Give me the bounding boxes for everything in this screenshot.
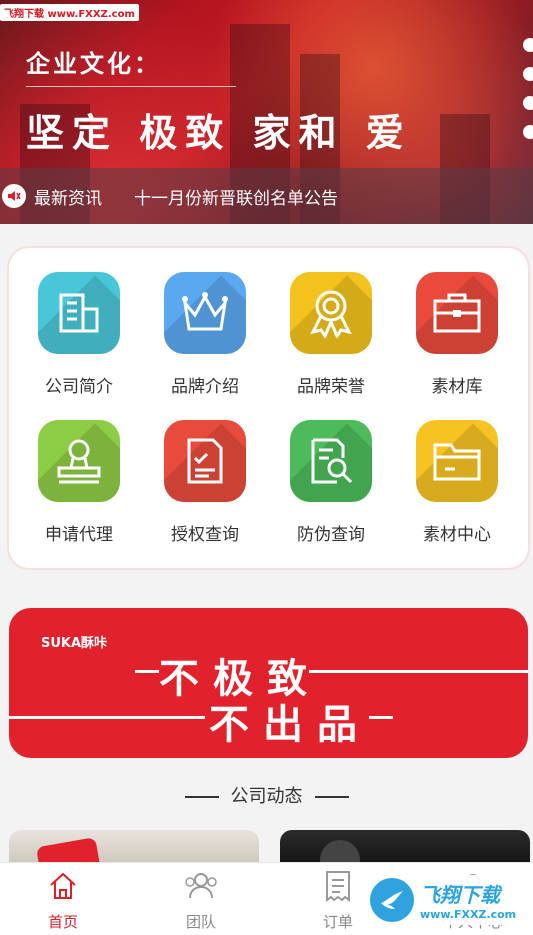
order-icon xyxy=(321,869,355,903)
carousel-dot[interactable] xyxy=(523,67,533,81)
feature-grid: 公司简介 品牌介绍 品牌荣誉 素材库 申请代理 授权查询 防伪查询 素材中心 xyxy=(9,248,528,568)
news-label: 最新资讯 xyxy=(34,188,102,209)
news-ticker[interactable]: 最新资讯 十一月份新晋联创名单公告 xyxy=(0,168,533,224)
award-ribbon-icon xyxy=(290,272,372,354)
grid-label: 防伪查询 xyxy=(297,525,365,545)
banner-slogan: 坚定 极致 家和 爱 xyxy=(26,110,412,155)
grid-item-company-intro[interactable]: 公司简介 xyxy=(19,272,139,412)
grid-item-brand-honor[interactable]: 品牌荣誉 xyxy=(271,272,391,412)
banner-divider xyxy=(26,86,236,87)
tab-home[interactable]: 首页 xyxy=(8,863,118,935)
watermark-name: 飞翔下载 xyxy=(420,883,500,907)
promo-dash xyxy=(369,716,393,719)
grid-label: 申请代理 xyxy=(45,525,113,545)
banner-title: 企业文化： xyxy=(26,49,161,78)
section-dash xyxy=(184,796,219,798)
watermark-bottom: 飞翔下载 www.FXXZ.com xyxy=(368,875,526,925)
promo-dash xyxy=(309,670,528,673)
carousel-dots[interactable] xyxy=(523,38,533,139)
team-icon xyxy=(184,869,218,903)
carousel-dot[interactable] xyxy=(523,125,533,139)
grid-label: 品牌介绍 xyxy=(171,377,239,397)
document-search-icon xyxy=(290,420,372,502)
building-icon xyxy=(38,272,120,354)
promo-dash xyxy=(9,716,205,719)
tab-team[interactable]: 团队 xyxy=(146,863,256,935)
news-headline[interactable]: 十一月份新晋联创名单公告 xyxy=(134,184,338,209)
grid-label: 品牌荣誉 xyxy=(297,377,365,397)
promo-line-2: 不出品 xyxy=(209,702,371,748)
briefcase-icon xyxy=(416,272,498,354)
grid-item-anti-fake-query[interactable]: 防伪查询 xyxy=(271,420,391,560)
speaker-icon xyxy=(2,184,26,208)
grid-item-material-center[interactable]: 素材中心 xyxy=(397,420,517,560)
tab-label: 团队 xyxy=(185,913,216,931)
culture-banner[interactable]: 飞翔下载 www.FXXZ.com 企业文化： 坚定 极致 家和 爱 最新资讯 … xyxy=(0,0,533,224)
carousel-dot[interactable] xyxy=(523,96,533,110)
grid-label: 素材库 xyxy=(431,377,483,397)
promo-dash xyxy=(135,670,159,673)
section-dash xyxy=(314,796,349,798)
carousel-dot[interactable] xyxy=(523,38,533,52)
crown-icon xyxy=(164,272,246,354)
home-icon xyxy=(46,869,80,903)
promo-banner[interactable]: SUKA酥咔 不极致 不出品 xyxy=(9,608,528,758)
grid-item-material-library[interactable]: 素材库 xyxy=(397,272,517,412)
section-header: 公司动态 xyxy=(0,782,533,808)
tab-label: 首页 xyxy=(47,913,78,931)
tab-label: 订单 xyxy=(322,913,353,931)
watermark-url: www.FXXZ.com xyxy=(420,908,517,921)
grid-label: 公司简介 xyxy=(45,377,113,397)
grid-item-brand-intro[interactable]: 品牌介绍 xyxy=(145,272,265,412)
grid-item-apply-agent[interactable]: 申请代理 xyxy=(19,420,139,560)
folder-icon xyxy=(416,420,498,502)
grid-label: 素材中心 xyxy=(423,525,491,545)
grid-item-auth-query[interactable]: 授权查询 xyxy=(145,420,265,560)
checklist-icon xyxy=(164,420,246,502)
watermark-top: 飞翔下载 www.FXXZ.com xyxy=(0,4,139,21)
stamp-icon xyxy=(38,420,120,502)
bird-logo-icon xyxy=(370,878,414,922)
section-title: 公司动态 xyxy=(230,786,303,807)
grid-label: 授权查询 xyxy=(171,525,239,545)
promo-brand: SUKA酥咔 xyxy=(41,636,108,651)
